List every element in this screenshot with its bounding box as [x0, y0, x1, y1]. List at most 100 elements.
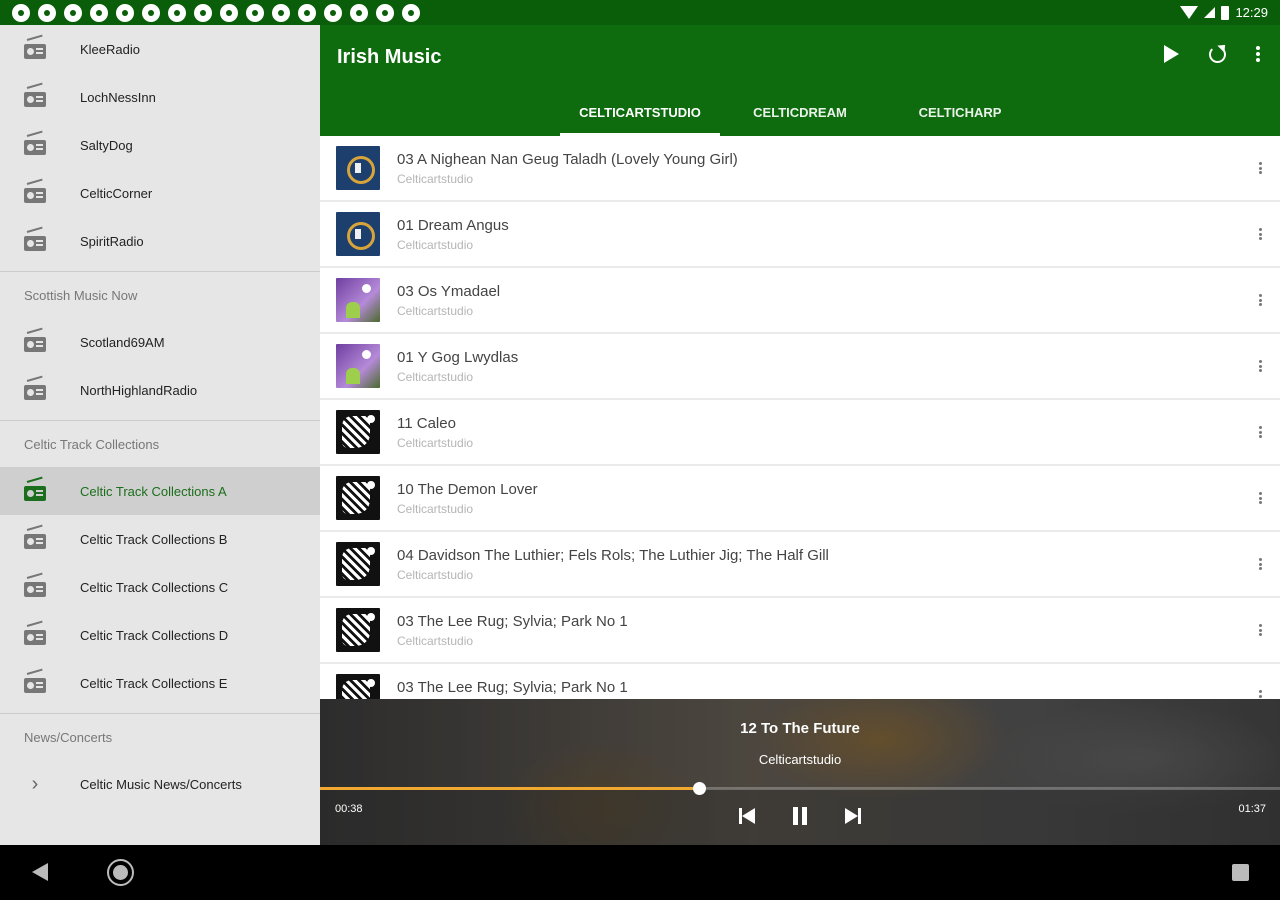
more-vert-icon[interactable] — [1259, 624, 1262, 636]
album-art — [336, 410, 380, 454]
track-artist: Celticartstudio — [397, 303, 474, 318]
radio-body — [24, 678, 46, 693]
drawer-item-saltydog[interactable]: SaltyDog — [0, 121, 320, 169]
radio-icon — [24, 572, 46, 597]
radio-icon — [24, 130, 46, 155]
track-title: 03 The Lee Rug; Sylvia; Park No 1 — [397, 678, 628, 696]
more-vert-icon[interactable] — [1259, 294, 1262, 306]
system-nav-bar — [0, 845, 1280, 900]
refresh-icon[interactable] — [1209, 45, 1226, 63]
drawer-item-celticcorner[interactable]: CelticCorner — [0, 169, 320, 217]
wifi-icon — [1180, 6, 1199, 19]
radio-icon — [24, 524, 46, 549]
more-vert-icon[interactable] — [1259, 426, 1262, 438]
more-vert-icon[interactable] — [1259, 360, 1262, 372]
radio-body — [24, 92, 46, 107]
play-icon[interactable] — [1164, 45, 1179, 63]
track-text: 03 The Lee Rug; Sylvia; Park No 1Celtica… — [397, 613, 628, 648]
back-icon[interactable] — [32, 863, 48, 881]
track-artist: Celticartstudio — [397, 369, 474, 384]
drawer-item-label: Celtic Track Collections C — [80, 579, 229, 595]
pause-icon[interactable] — [789, 805, 811, 827]
status-time: 12:29 — [1235, 5, 1268, 20]
notification-icon — [272, 3, 290, 22]
track-title: 01 Dream Angus — [397, 216, 509, 234]
drawer-item-lochnessinn[interactable]: LochNessInn — [0, 73, 320, 121]
radio-icon — [24, 668, 46, 693]
app-bar: Irish Music CELTICARTSTUDIO CELTICDREAM CE… — [320, 25, 1280, 136]
recents-icon[interactable] — [1232, 864, 1249, 881]
album-art — [336, 212, 380, 256]
track-row[interactable]: 03 The Lee Rug; Sylvia; Park No 1Celtica… — [320, 664, 1280, 699]
drawer-item-label: Celtic Music News/Concerts — [80, 776, 242, 792]
track-row[interactable]: 10 The Demon Lover Celticartstudio — [320, 466, 1280, 532]
radio-icon — [24, 375, 46, 400]
album-art — [336, 278, 380, 322]
drawer-item-label: CelticCorner — [80, 185, 153, 201]
radio-antenna — [26, 668, 43, 675]
status-bar: 12:29 — [0, 0, 1280, 25]
radio-icon — [24, 226, 46, 251]
track-title: 01 Y Gog Lwydlas — [397, 348, 519, 366]
drawer-item-kleeradio[interactable]: KleeRadio — [0, 25, 320, 73]
signal-icon — [1204, 7, 1216, 18]
drawer-item-celtic-track-collections-e[interactable]: Celtic Track Collections E — [0, 659, 320, 707]
drawer-item-label: LochNessInn — [80, 89, 156, 105]
tab-celticartstudio[interactable]: CELTICARTSTUDIO — [560, 88, 720, 136]
album-art — [336, 476, 380, 520]
track-row[interactable]: 03 The Lee Rug; Sylvia; Park No 1Celtica… — [320, 598, 1280, 664]
radio-body — [24, 582, 46, 597]
track-row[interactable]: 04 Davidson The Luthier; Fels Rols; The … — [320, 532, 1280, 598]
track-row[interactable]: 11 Caleo Celticartstudio — [320, 400, 1280, 466]
notification-icon — [12, 3, 30, 22]
now-playing-title: 12 To The Future — [740, 720, 860, 737]
track-row[interactable]: 03 A Nighean Nan Geug Taladh (Lovely You… — [320, 136, 1280, 202]
skip-next-icon[interactable] — [841, 805, 863, 827]
track-row[interactable]: 03 Os Ymadael Celticartstudio — [320, 268, 1280, 334]
more-vert-icon[interactable] — [1259, 492, 1262, 504]
album-art — [336, 674, 380, 699]
more-vert-icon[interactable] — [1259, 558, 1262, 570]
more-vert-icon[interactable] — [1259, 228, 1262, 240]
track-text: 03 A Nighean Nan Geug Taladh (Lovely You… — [397, 151, 738, 186]
track-row[interactable]: 01 Dream Angus Celticartstudio — [320, 202, 1280, 268]
album-art — [336, 344, 380, 388]
notification-icon — [38, 3, 56, 22]
track-title: 04 Davidson The Luthier; Fels Rols; The … — [397, 546, 829, 564]
track-row[interactable]: 01 Y Gog Lwydlas Celticartstudio — [320, 334, 1280, 400]
battery-icon — [1221, 5, 1230, 20]
drawer-item-celtic-track-collections-b[interactable]: Celtic Track Collections B — [0, 515, 320, 563]
radio-antenna — [26, 226, 43, 233]
radio-icon — [24, 620, 46, 645]
now-playing-artist: Celticartstudio — [758, 752, 842, 767]
track-title: 10 The Demon Lover — [397, 480, 538, 498]
drawer-item-celtic-track-collections-c[interactable]: Celtic Track Collections C — [0, 563, 320, 611]
more-vert-icon[interactable] — [1259, 690, 1262, 699]
track-artist: Celticartstudio — [397, 237, 474, 252]
home-icon[interactable] — [107, 859, 134, 886]
drawer-item-scotland69am[interactable]: Scotland69AM — [0, 318, 320, 366]
drawer-item-northhighlandradio[interactable]: NorthHighlandRadio — [0, 366, 320, 414]
tab-celticdream[interactable]: CELTICDREAM — [720, 88, 880, 136]
sd-card-icon — [376, 3, 394, 22]
more-vert-icon[interactable] — [1259, 162, 1262, 174]
track-text: 03 The Lee Rug; Sylvia; Park No 1Celtica… — [397, 679, 628, 700]
page-title: Irish Music — [337, 46, 442, 68]
track-text: 04 Davidson The Luthier; Fels Rols; The … — [397, 547, 829, 582]
drawer-item-celtic-track-collections-a[interactable]: Celtic Track Collections A — [0, 467, 320, 515]
skip-previous-icon[interactable] — [737, 805, 759, 827]
track-text: 10 The Demon Lover Celticartstudio — [397, 481, 538, 516]
drawer-item-spiritradio[interactable]: SpiritRadio — [0, 217, 320, 265]
radio-body — [24, 337, 46, 352]
tab-celticharp[interactable]: CELTICHARP — [880, 88, 1040, 136]
notification-icon — [324, 3, 342, 22]
settings-icon — [142, 3, 160, 22]
notification-icon — [64, 3, 82, 22]
drawer-item-label: SaltyDog — [80, 137, 133, 153]
drawer-item-celtic-music-news-concerts[interactable]: › Celtic Music News/Concerts — [0, 760, 320, 808]
drawer-item-celtic-track-collections-d[interactable]: Celtic Track Collections D — [0, 611, 320, 659]
drawer-item-label: Celtic Track Collections A — [80, 483, 227, 499]
more-vert-icon[interactable] — [1256, 46, 1260, 62]
progress-slider[interactable] — [320, 782, 1280, 795]
track-text: 01 Y Gog Lwydlas Celticartstudio — [397, 349, 518, 384]
